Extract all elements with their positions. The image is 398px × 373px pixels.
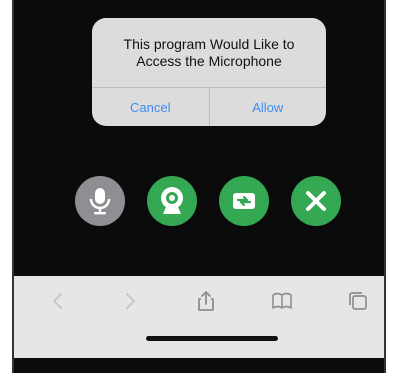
dialog-actions: Cancel Allow [92,87,326,126]
bookmarks-icon[interactable] [270,289,294,313]
webcam-icon [161,187,183,214]
back-icon[interactable] [46,289,70,313]
browser-toolbar [14,276,384,326]
end-button[interactable] [291,176,341,226]
forward-icon[interactable] [118,289,142,313]
microphone-icon [89,188,111,215]
share-icon[interactable] [194,289,218,313]
home-indicator[interactable] [146,336,278,341]
call-controls [75,176,345,226]
home-area [14,326,384,358]
microphone-permission-dialog: This program Would Like to Access the Mi… [92,18,326,126]
switch-camera-icon [233,193,255,209]
dialog-title: This program Would Like to Access the Mi… [123,36,295,69]
switch-camera-button[interactable] [219,176,269,226]
camera-button[interactable] [147,176,197,226]
allow-button[interactable]: Allow [208,88,327,126]
microphone-button[interactable] [75,176,125,226]
close-icon [306,191,326,211]
cancel-button[interactable]: Cancel [92,88,209,126]
tabs-icon[interactable] [346,289,370,313]
